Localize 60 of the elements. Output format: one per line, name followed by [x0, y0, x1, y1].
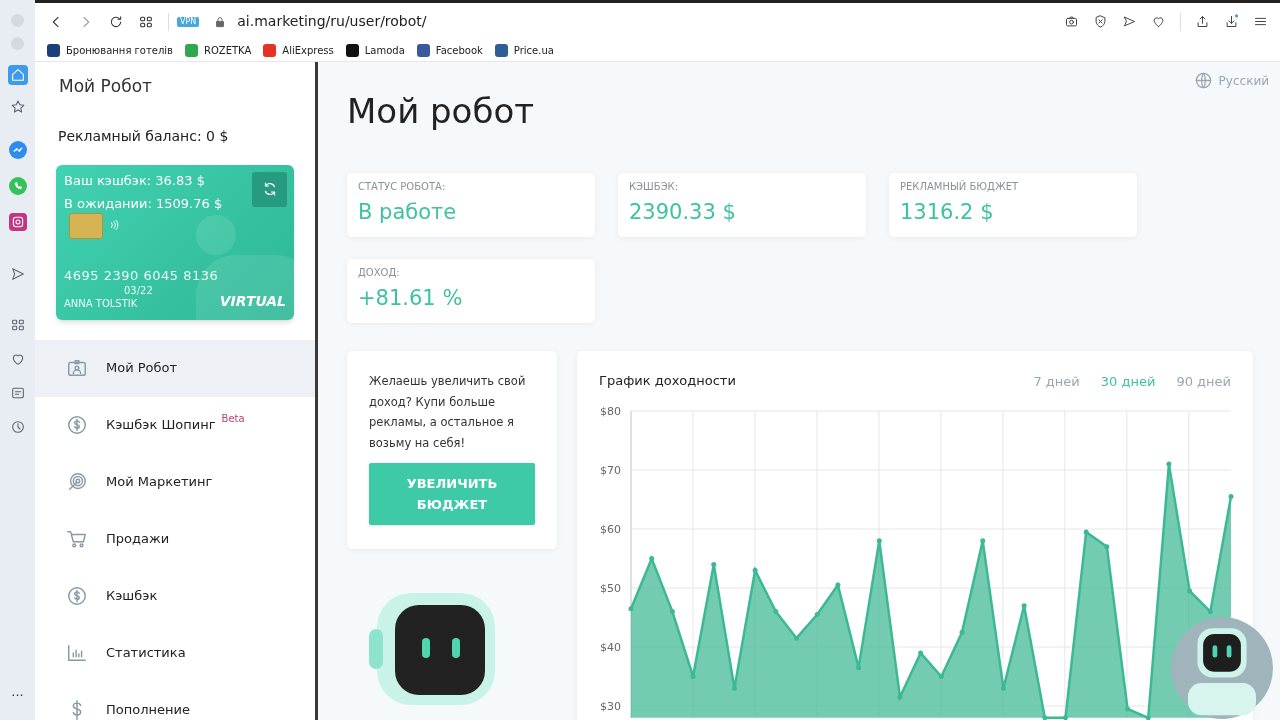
- axis-label: $70: [600, 464, 621, 477]
- axis-label: $60: [600, 523, 621, 536]
- card-type: VIRTUAL: [219, 291, 286, 311]
- clock-icon[interactable]: [9, 419, 26, 435]
- share-icon[interactable]: [1195, 14, 1210, 29]
- promo-text: Желаешь увеличить свой доход? Купи больше рекламы, а остальное я возьму на себя!: [369, 373, 527, 452]
- bookmark-link[interactable]: Lamoda: [364, 43, 405, 58]
- axis-label: $30: [600, 700, 621, 713]
- menu-item[interactable]: Мой Робот: [35, 339, 315, 397]
- card-pending: В ожидании: 1509.76 $: [64, 195, 223, 213]
- dollar-circle-icon: [66, 414, 88, 436]
- send-icon[interactable]: [1122, 14, 1137, 29]
- heart-icon[interactable]: [1151, 14, 1166, 29]
- globe-icon: [1193, 71, 1213, 90]
- stat-value: 2390.33 $: [629, 200, 737, 224]
- news-icon[interactable]: [9, 385, 26, 401]
- cart-icon: [66, 528, 88, 550]
- chart-title: График доходности: [599, 372, 736, 390]
- download-icon[interactable]: [1224, 14, 1239, 29]
- beta-label: Beta: [221, 411, 245, 426]
- address-bar[interactable]: ai.marketing/ru/user/robot/: [237, 11, 1050, 32]
- stat-value: В работе: [358, 200, 458, 224]
- messenger-icon[interactable]: [8, 141, 27, 159]
- more-button[interactable]: ...: [11, 685, 24, 698]
- bookmark-link[interactable]: Price.ua: [513, 43, 554, 58]
- chip-icon: [69, 212, 103, 239]
- bar-chart-icon: [66, 642, 88, 664]
- stat-label: РЕКЛАМНЫЙ БЮДЖЕТ: [900, 180, 1020, 194]
- stat-label: СТАТУС РОБОТА:: [358, 180, 447, 194]
- reload-icon[interactable]: [108, 13, 124, 30]
- camera-icon[interactable]: [1064, 14, 1079, 29]
- stat-label: ДОХОД:: [358, 266, 401, 280]
- home-icon[interactable]: [7, 65, 28, 85]
- shield-close-icon[interactable]: [1093, 14, 1108, 29]
- axis-label: $40: [600, 641, 621, 654]
- card-number: 4695 2390 6045 8136: [64, 266, 219, 285]
- apps-icon[interactable]: [9, 317, 26, 333]
- sidebar-title: Мой Робот: [58, 75, 153, 98]
- chat-robot-button[interactable]: [1171, 617, 1273, 719]
- bookmark-link[interactable]: Facebook: [435, 43, 483, 58]
- page-title: Мой робот: [347, 94, 535, 128]
- bookmark-link[interactable]: Бронювання готелів: [66, 43, 173, 58]
- stat-value: +81.61 %: [358, 286, 464, 310]
- refresh-button[interactable]: [252, 171, 287, 207]
- axis-label: $80: [600, 405, 621, 418]
- instagram-icon[interactable]: [8, 213, 27, 231]
- card-holder: ANNA TOLSTIK: [64, 296, 138, 311]
- stat-value: 1316.2 $: [900, 200, 995, 224]
- target-icon: [66, 471, 88, 493]
- send-icon[interactable]: [9, 266, 26, 282]
- balance-text: Рекламный баланс: 0 $: [57, 126, 230, 146]
- bookmark-link[interactable]: ROZETKA: [204, 43, 252, 58]
- bookmark-link[interactable]: AliExpress: [282, 43, 334, 58]
- axis-label: $50: [600, 582, 621, 595]
- dollar-circle-icon: [66, 585, 88, 607]
- stat-label: КЭШБЭК:: [629, 180, 680, 194]
- card-expiry: 03/22: [124, 283, 153, 298]
- star-icon[interactable]: [9, 99, 26, 115]
- id-badge-icon: [66, 357, 88, 379]
- card-cashback: Ваш кэшбэк: 36.83 $: [64, 171, 206, 190]
